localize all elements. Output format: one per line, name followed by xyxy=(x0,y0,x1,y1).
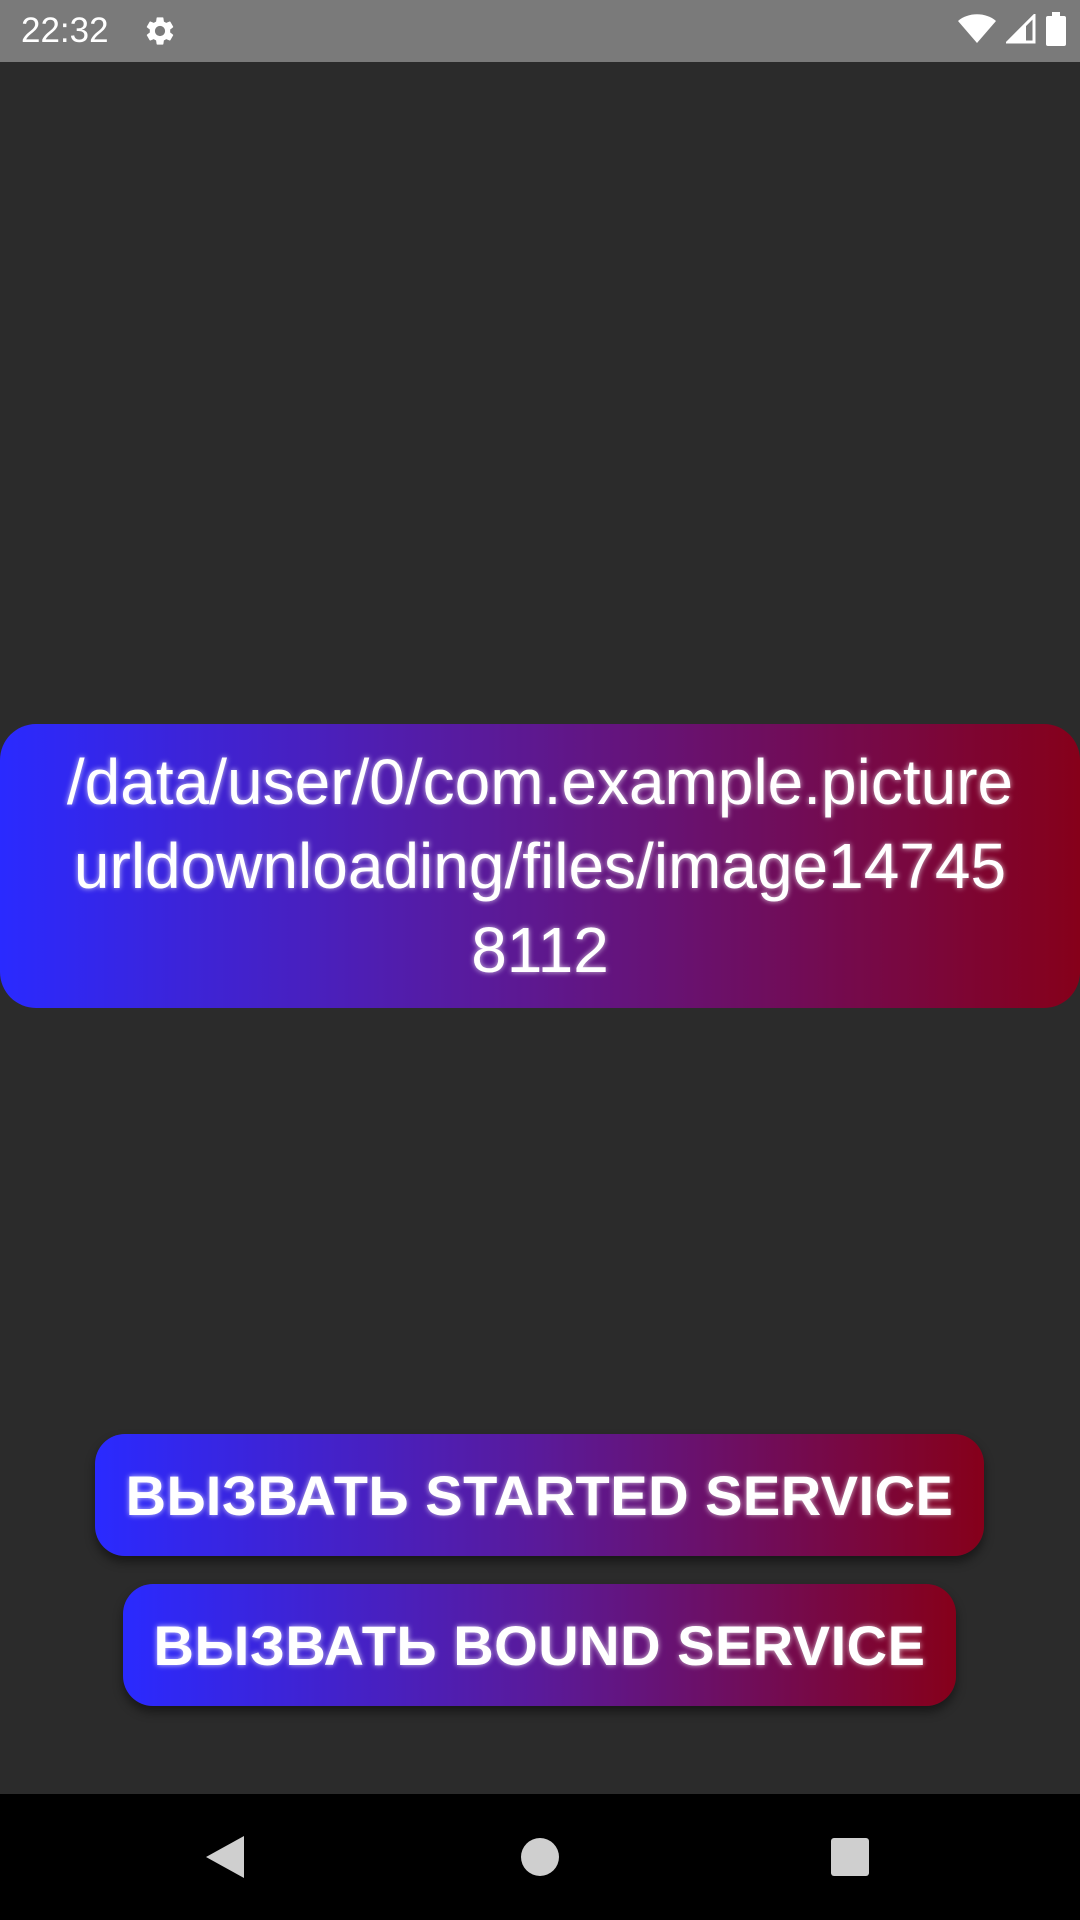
status-icons xyxy=(958,11,1066,51)
back-icon xyxy=(206,1836,244,1878)
status-time: 22:32 xyxy=(21,11,109,50)
status-bar: 22:32 xyxy=(0,0,1080,62)
home-button[interactable] xyxy=(507,1824,573,1890)
call-bound-service-button[interactable]: ВЫЗВАТЬ BOUND SERVICE xyxy=(123,1584,956,1706)
home-icon xyxy=(521,1838,559,1876)
back-button[interactable] xyxy=(191,1824,257,1890)
gear-icon xyxy=(143,14,177,48)
wifi-icon xyxy=(958,13,996,49)
file-path-panel: /data/user/0/com.example.pictureurldownl… xyxy=(0,724,1080,1008)
call-started-service-button[interactable]: ВЫЗВАТЬ STARTED SERVICE xyxy=(95,1434,984,1556)
file-path-text: /data/user/0/com.example.pictureurldownl… xyxy=(66,746,1014,986)
battery-icon xyxy=(1046,11,1066,51)
recents-button[interactable] xyxy=(817,1824,883,1890)
recents-icon xyxy=(831,1838,869,1876)
cell-signal-icon xyxy=(1004,11,1036,49)
navigation-bar xyxy=(0,1794,1080,1920)
